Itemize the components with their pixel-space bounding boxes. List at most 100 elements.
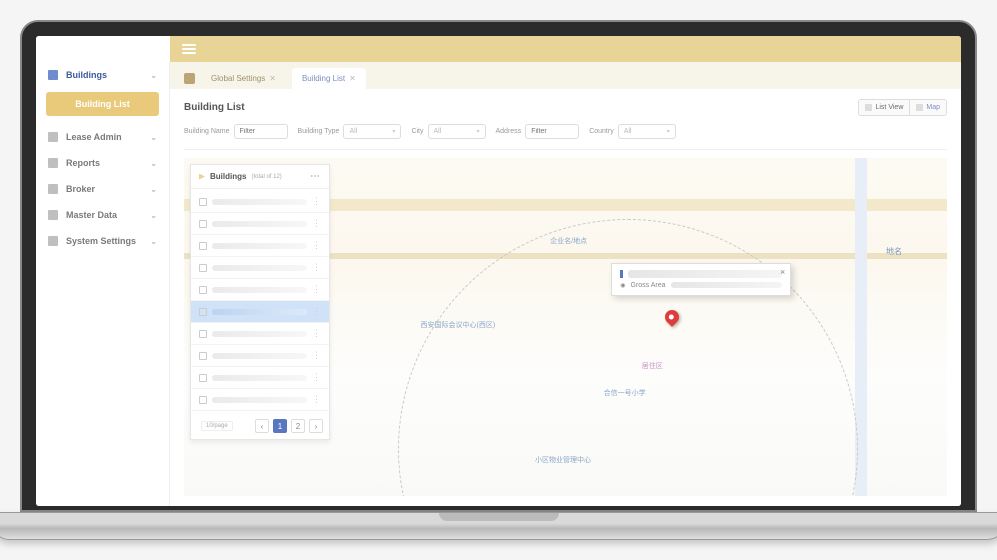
panel-title: Buildings	[210, 172, 246, 181]
main-area: Global Settings ✕ Building List ✕ Buildi…	[170, 36, 961, 506]
list-view-button[interactable]: List View	[859, 100, 910, 115]
reports-icon	[48, 158, 58, 168]
view-label: List View	[875, 104, 903, 111]
nav-system-settings[interactable]: System Settings ⌄	[36, 228, 169, 254]
redacted-text	[212, 309, 307, 315]
chevron-down-icon: ⌄	[150, 71, 157, 80]
page-header: Building List List View Map	[184, 99, 947, 116]
panel-header: Buildings (total of 12) ⋯	[191, 165, 329, 189]
lease-icon	[48, 132, 58, 142]
nav-reports[interactable]: Reports ⌄	[36, 150, 169, 176]
page-title: Building List	[184, 102, 245, 113]
list-item[interactable]: ⋮	[191, 257, 329, 279]
map-icon	[916, 104, 923, 111]
chevron-down-icon: ▾	[392, 128, 395, 135]
building-icon	[199, 308, 207, 316]
city-select[interactable]: All▾	[428, 124, 486, 139]
building-type-select[interactable]: All▾	[343, 124, 401, 139]
nav-lease-admin[interactable]: Lease Admin ⌄	[36, 124, 169, 150]
close-icon[interactable]: ✕	[349, 74, 356, 83]
list-icon	[865, 104, 872, 111]
close-icon[interactable]: ✕	[269, 74, 276, 83]
map-poi-label: 居住区	[642, 361, 663, 371]
redacted-text	[212, 287, 307, 293]
list-item[interactable]: ⋮	[191, 279, 329, 301]
more-icon[interactable]: ⋮	[312, 394, 321, 405]
tab-global-settings[interactable]: Global Settings ✕	[201, 68, 286, 89]
building-tooltip: × ◉ Gross Area	[611, 263, 791, 296]
list-item[interactable]: ⋮	[191, 191, 329, 213]
filter-label: Building Name	[184, 128, 230, 135]
map-canvas[interactable]: 企业名/地点 西安国际会议中心(西区) 合信一号小学 小区物业管理中心 地名 居…	[184, 158, 947, 496]
tooltip-field-label: Gross Area	[631, 282, 666, 289]
list-item[interactable]: ⋮	[191, 389, 329, 411]
map-poi-label: 合信一号小学	[604, 388, 646, 398]
filter-label: Address	[496, 128, 522, 135]
more-icon[interactable]: ⋮	[312, 240, 321, 251]
close-icon[interactable]: ×	[780, 267, 785, 277]
panel-count: (total of 12)	[251, 174, 281, 180]
list-item[interactable]: ⋮	[191, 301, 329, 323]
nav-label: Broker	[66, 184, 95, 194]
map-poi-label: 企业名/地点	[550, 236, 587, 246]
more-icon[interactable]: ⋮	[312, 350, 321, 361]
redacted-text	[212, 397, 307, 403]
more-icon[interactable]: ⋮	[312, 328, 321, 339]
map-view-button[interactable]: Map	[910, 100, 946, 115]
building-icon	[199, 330, 207, 338]
hamburger-icon[interactable]	[182, 48, 196, 50]
country-select[interactable]: All▾	[618, 124, 676, 139]
more-icon[interactable]: ⋮	[312, 196, 321, 207]
list-item[interactable]: ⋮	[191, 323, 329, 345]
map-poi-label: 地名	[886, 246, 902, 257]
pager-page[interactable]: 2	[291, 419, 305, 433]
broker-icon	[48, 184, 58, 194]
list-item[interactable]: ⋮	[191, 345, 329, 367]
nav-label: Lease Admin	[66, 132, 122, 142]
pager-next[interactable]: ›	[309, 419, 323, 433]
nav-label: System Settings	[66, 236, 136, 246]
building-name-input[interactable]	[234, 124, 288, 139]
redacted-text	[212, 265, 307, 271]
filter-label: Building Type	[298, 128, 340, 135]
more-icon[interactable]: ⋮	[312, 284, 321, 295]
nav-buildings[interactable]: Buildings ⌄	[36, 62, 169, 88]
redacted-text	[628, 270, 782, 278]
nav-broker[interactable]: Broker ⌄	[36, 176, 169, 202]
buildings-panel: Buildings (total of 12) ⋯ ⋮ ⋮ ⋮ ⋮	[190, 164, 330, 440]
more-icon[interactable]: ⋮	[312, 306, 321, 317]
per-page-select[interactable]: 10/page	[201, 421, 233, 431]
pager-prev[interactable]: ‹	[255, 419, 269, 433]
view-toggle: List View Map	[858, 99, 947, 116]
subnav-building-list[interactable]: Building List	[46, 92, 159, 116]
chevron-down-icon: ⌄	[150, 185, 157, 194]
more-icon[interactable]: ⋮	[312, 262, 321, 273]
chevron-down-icon: ⌄	[150, 133, 157, 142]
building-icon	[199, 352, 207, 360]
map-poi-label: 小区物业管理中心	[535, 455, 591, 465]
redacted-text	[212, 243, 307, 249]
address-input[interactable]	[525, 124, 579, 139]
list-item[interactable]: ⋮	[191, 367, 329, 389]
filter-country: Country All▾	[589, 124, 676, 139]
more-icon[interactable]: ⋯	[310, 171, 321, 182]
chevron-down-icon: ⌄	[150, 159, 157, 168]
pager-page[interactable]: 1	[273, 419, 287, 433]
laptop-frame: Buildings ⌄ Building List Lease Admin ⌄ …	[20, 20, 977, 540]
triangle-icon	[199, 174, 205, 180]
list-item[interactable]: ⋮	[191, 213, 329, 235]
building-icon	[199, 242, 207, 250]
tab-label: Global Settings	[211, 74, 265, 83]
nav-master-data[interactable]: Master Data ⌄	[36, 202, 169, 228]
more-icon[interactable]: ⋮	[312, 218, 321, 229]
panel-list: ⋮ ⋮ ⋮ ⋮ ⋮ ⋮ ⋮ ⋮ ⋮ ⋮	[191, 189, 329, 413]
sidebar: Buildings ⌄ Building List Lease Admin ⌄ …	[36, 36, 170, 506]
filter-building-type: Building Type All▾	[298, 124, 402, 139]
chevron-down-icon: ▾	[667, 128, 670, 135]
more-icon[interactable]: ⋮	[312, 372, 321, 383]
tab-building-list[interactable]: Building List ✕	[292, 68, 366, 89]
tab-label: Building List	[302, 74, 345, 83]
list-item[interactable]: ⋮	[191, 235, 329, 257]
building-icon	[199, 374, 207, 382]
home-icon[interactable]	[184, 73, 195, 84]
